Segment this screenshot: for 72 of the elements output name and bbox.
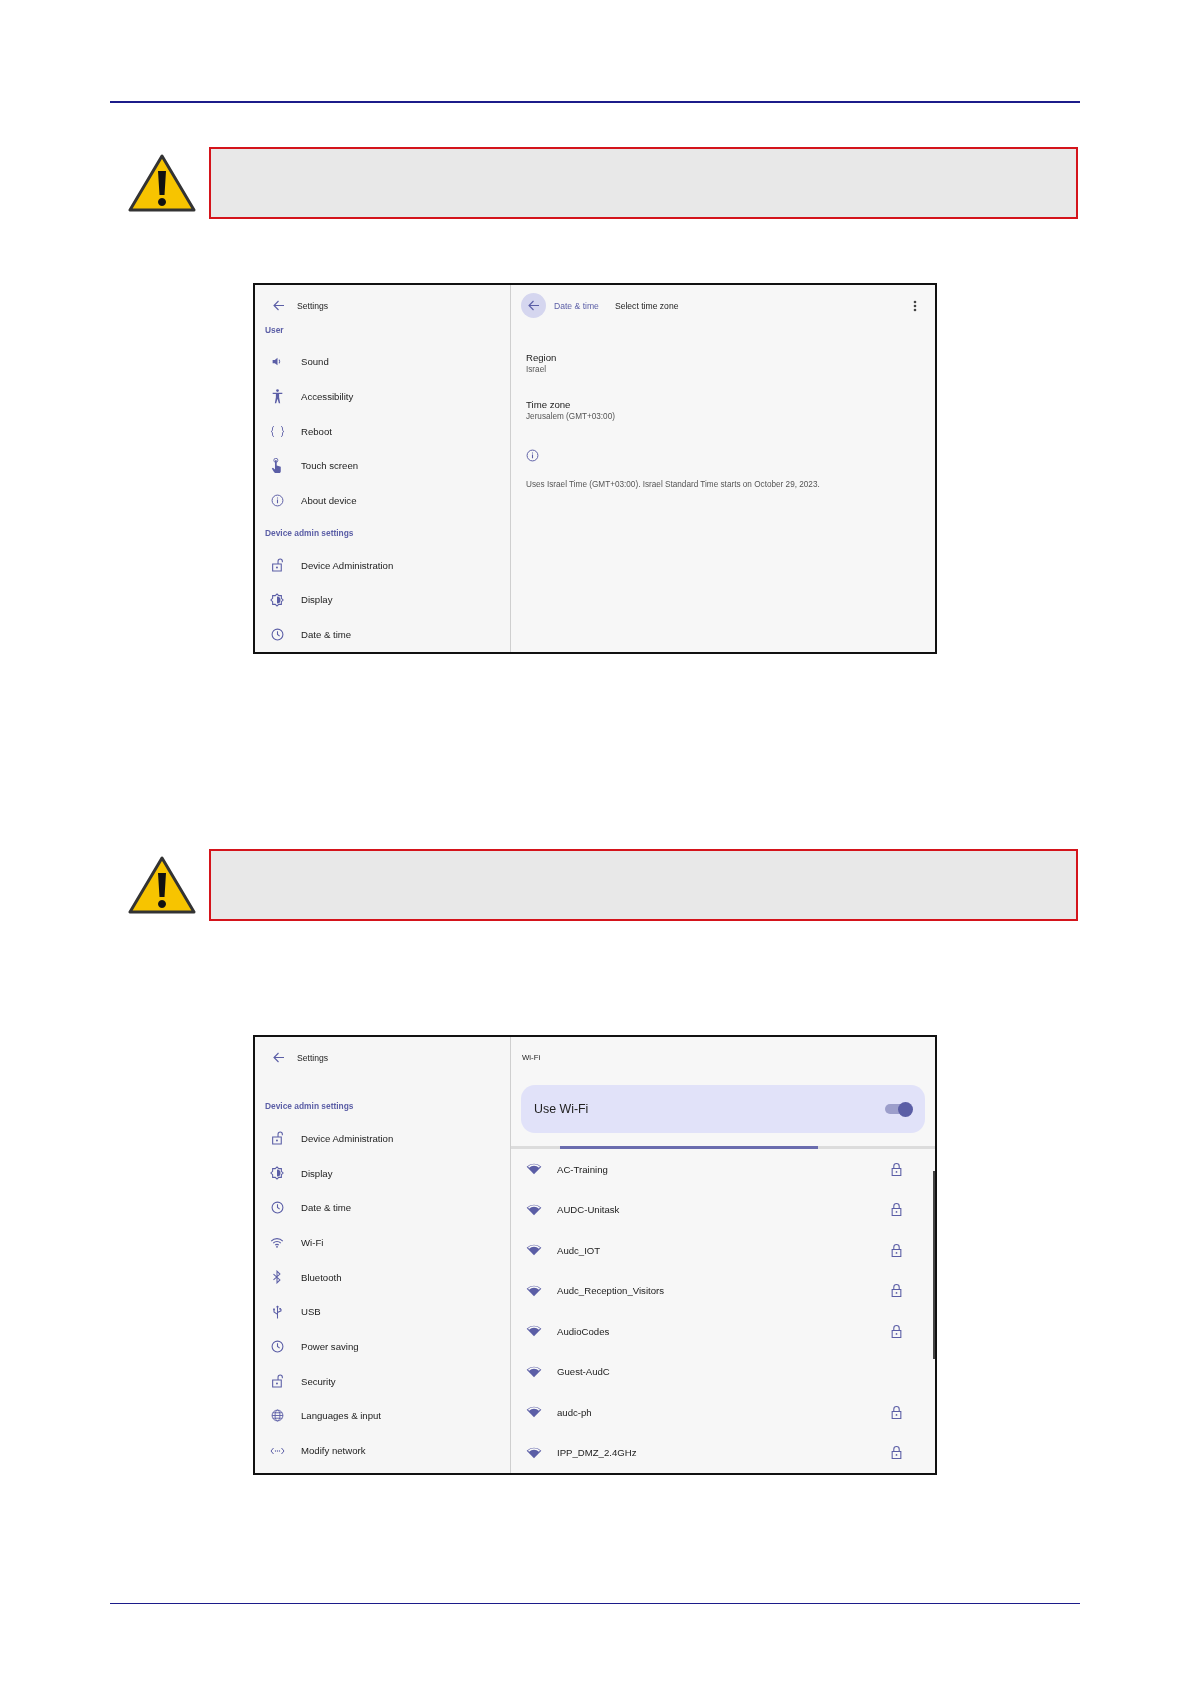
clock-icon (270, 628, 284, 642)
info-text: Uses Israel Time (GMT+03:00). Israel Standard Time starts on October 29, 2023. (526, 479, 820, 489)
back-arrow-icon[interactable] (273, 1052, 285, 1063)
page-title: Select time zone (614, 300, 679, 311)
network-item[interactable]: audc-ph (511, 1392, 935, 1433)
brightness-icon (270, 1166, 284, 1181)
sidebar-item[interactable]: USB (255, 1294, 510, 1330)
sidebar-item[interactable]: Device Administration (255, 547, 510, 583)
network-item[interactable]: Audc_Reception_Visitors (511, 1270, 935, 1311)
sidebar-item[interactable]: Display (255, 1155, 510, 1191)
sidebar-item[interactable]: Security (255, 1363, 510, 1399)
person-icon (270, 389, 284, 405)
wifi-signal-icon (526, 1446, 542, 1459)
sidebar-item[interactable]: Date & time (255, 1190, 510, 1226)
sidebar-item[interactable]: Accessibility (255, 379, 510, 414)
sidebar-item[interactable]: Date & time (255, 617, 510, 652)
scrollbar[interactable] (933, 1171, 935, 1359)
sidebar-item[interactable]: Power saving (255, 1329, 510, 1364)
wifi-icon (270, 1236, 284, 1248)
sidebar-item[interactable]: Display (255, 582, 510, 618)
preference-item[interactable]: Region Israel (526, 351, 557, 374)
pointing-hand-icon (271, 458, 283, 474)
info-icon (270, 494, 284, 508)
wifi-signal-icon (526, 1163, 542, 1176)
sidebar-item[interactable]: About device (255, 483, 510, 518)
info-icon (526, 448, 539, 462)
open-lock-icon (270, 558, 284, 573)
sidebar-item[interactable]: Languages & input (255, 1398, 510, 1434)
wifi-signal-icon (526, 1325, 542, 1338)
wifi-signal-icon (526, 1365, 542, 1378)
network-item[interactable]: Guest-AudC (511, 1351, 935, 1392)
toggle-switch[interactable] (885, 1104, 911, 1114)
network-item[interactable]: IPP_DMZ_2.4GHz (511, 1432, 935, 1473)
network-item[interactable]: AudioCodes (511, 1311, 935, 1352)
wifi-signal-icon (526, 1244, 542, 1257)
wifi-signal-icon (526, 1406, 542, 1419)
braces-icon (269, 424, 285, 438)
open-lock-icon (270, 1131, 284, 1146)
open-lock-icon (270, 1374, 284, 1389)
wifi-signal-icon (526, 1203, 542, 1216)
sidebar-title: Settings (297, 1053, 329, 1063)
network-item[interactable]: AC-Training (511, 1149, 935, 1190)
code-arrows-icon (269, 1445, 285, 1456)
wifi-signal-icon (526, 1284, 542, 1297)
sidebar-item[interactable]: Wi-Fi (255, 1225, 510, 1260)
sidebar-title: Settings (297, 300, 329, 311)
sidebar-item[interactable]: Touch screen (255, 448, 510, 484)
sidebar-item[interactable]: Sound (255, 344, 510, 380)
breadcrumb-link[interactable]: Date & time (554, 300, 599, 311)
usb-icon (271, 1304, 283, 1319)
section-heading: Device admin settings (265, 527, 354, 538)
section-heading: User (265, 324, 284, 335)
warning-icon (128, 152, 196, 213)
warning-icon (128, 855, 196, 915)
sidebar-item[interactable]: Reboot (255, 413, 510, 449)
sidebar-item[interactable]: Modify network (255, 1433, 510, 1468)
section-heading: Device admin settings (265, 1101, 354, 1111)
back-arrow-icon[interactable] (273, 299, 285, 311)
network-item[interactable]: AUDC-Unitask (511, 1189, 935, 1230)
back-button[interactable] (521, 293, 546, 318)
clock-icon (270, 1339, 284, 1353)
bluetooth-icon (272, 1270, 282, 1285)
sidebar-item[interactable]: Device Administration (255, 1121, 510, 1156)
more-options-icon[interactable] (913, 299, 917, 312)
sidebar-item[interactable]: Bluetooth (255, 1259, 510, 1295)
preference-item[interactable]: Time zone Jerusalem (GMT+03:00) (526, 398, 615, 421)
clock-icon (270, 1201, 284, 1215)
back-arrow-icon (527, 300, 540, 311)
wifi-switch-card[interactable]: Use Wi-Fi (521, 1085, 925, 1133)
globe-icon (270, 1409, 284, 1423)
brightness-icon (270, 592, 284, 607)
network-item[interactable]: Audc_IOT (511, 1230, 935, 1271)
